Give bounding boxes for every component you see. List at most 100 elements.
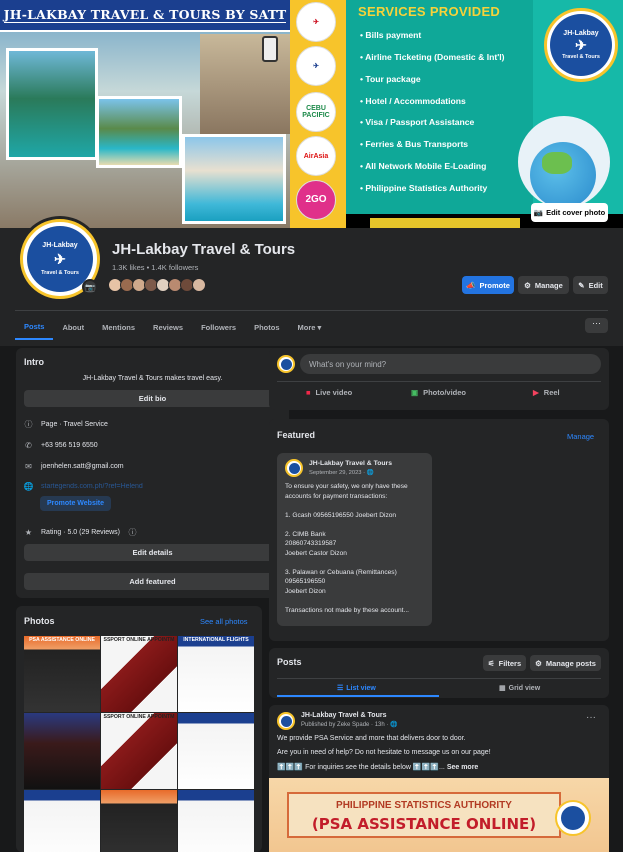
tab-posts[interactable]: Posts	[15, 314, 54, 340]
photo-tile[interactable]	[24, 713, 100, 789]
photo-video-label: Photo/video	[423, 388, 467, 397]
photo-tile[interactable]	[178, 790, 254, 852]
photo-video-button[interactable]: ▣ Photo/video	[411, 388, 466, 397]
featured-manage-link[interactable]: Manage	[567, 432, 594, 441]
avatar	[285, 459, 303, 477]
filters-button[interactable]: ⚟ Filters	[483, 655, 526, 671]
brand-logo-line2: Travel & Tours	[562, 54, 600, 60]
tile-title: INTERNATIONAL FLIGHTS	[183, 637, 249, 643]
service-item: • Airline Ticketing (Domestic & Int'l)	[360, 52, 505, 62]
manage-posts-label: Manage posts	[545, 658, 596, 668]
post-line3-text: ⬆️⬆️⬆️ For inquiries see the details bel…	[277, 764, 445, 771]
gear-icon: ⚙	[524, 280, 531, 290]
more-options-button[interactable]: ···	[585, 318, 608, 333]
featured-author[interactable]: JH-Lakbay Travel & Tours	[309, 460, 392, 467]
cover-band	[370, 218, 520, 228]
tab-followers[interactable]: Followers	[192, 314, 245, 340]
grid-view-tab[interactable]: ▦ Grid view	[499, 684, 540, 693]
info-website[interactable]: 🌐 startegends.com.ph/?ref=Helend	[24, 482, 143, 491]
friend-avatar[interactable]	[192, 278, 206, 292]
edit-details-button[interactable]: Edit details	[24, 544, 281, 561]
cover-photo[interactable]: JH-LAKBAY TRAVEL & TOURS BY SATT ✈ ✈ CEB…	[0, 0, 623, 228]
list-view-indicator	[277, 695, 439, 697]
see-more-link[interactable]: See more	[447, 764, 479, 771]
star-icon: ★	[24, 528, 33, 537]
avatar[interactable]	[277, 712, 295, 730]
add-featured-button[interactable]: Add featured	[24, 573, 281, 590]
tab-reviews[interactable]: Reviews	[144, 314, 192, 340]
edit-cover-button[interactable]: 📷 Edit cover photo	[531, 203, 608, 222]
post-image[interactable]: PHILIPPINE STATISTICS AUTHORITY (PSA ASS…	[269, 778, 609, 852]
edit-label: Edit	[588, 280, 603, 290]
partner-logo: AirAsia	[296, 136, 336, 176]
page-stats[interactable]: 1.3K likes • 1.4K followers	[112, 263, 198, 272]
post-line: We provide PSA Service and more that del…	[277, 735, 466, 742]
email-text: joenhelen.satt@gmail.com	[41, 463, 124, 470]
photo-tile[interactable]: SSPORT ONLINE APPOINTM	[101, 636, 177, 712]
manage-button[interactable]: ⚙ Manage	[518, 276, 569, 294]
info-icon: ⓘ	[24, 420, 33, 429]
photo-tile[interactable]	[178, 713, 254, 789]
posts-header-card: Posts ⚟ Filters ⚙ Manage posts	[269, 648, 609, 698]
photo-tile[interactable]: PSA ASSISTANCE ONLINE	[24, 636, 100, 712]
info-icon[interactable]: ⓘ	[128, 528, 137, 537]
featured-post[interactable]: JH-Lakbay Travel & Tours September 29, 2…	[277, 453, 432, 626]
service-item: • Bills payment	[360, 30, 422, 40]
manage-posts-button[interactable]: ⚙ Manage posts	[530, 655, 601, 671]
cover-title: JH-LAKBAY TRAVEL & TOURS BY SATT	[0, 0, 290, 32]
tab-more[interactable]: More ▾	[289, 314, 331, 340]
manage-label: Manage	[534, 280, 563, 290]
post-line: ⬆️⬆️⬆️ For inquiries see the details bel…	[277, 763, 478, 771]
promote-website-button[interactable]: Promote Website	[40, 496, 111, 511]
list-view-tab[interactable]: ☰ List view	[337, 684, 376, 693]
megaphone-icon: 📣	[466, 280, 476, 290]
avatar-line2: Travel & Tours	[41, 270, 79, 276]
promote-label: Promote	[479, 280, 510, 290]
photo-tile[interactable]: SSPORT ONLINE APPOINTM	[101, 713, 177, 789]
rating-text: Rating · 5.0 (29 Reviews)	[41, 529, 120, 536]
edit-bio-button[interactable]: Edit bio	[24, 390, 281, 407]
tile-title: SSPORT ONLINE APPOINTM	[103, 714, 175, 720]
post-line: Are you in need of help? Do not hesitate…	[277, 749, 491, 756]
reel-label: Reel	[543, 388, 560, 397]
promote-button[interactable]: 📣 Promote	[462, 276, 514, 294]
category-text: Page · Travel Service	[41, 421, 108, 428]
tile-title: SSPORT ONLINE APPOINTM	[103, 637, 175, 643]
mail-icon: ✉	[25, 462, 32, 471]
photo-tile[interactable]	[24, 790, 100, 852]
tab-photos[interactable]: Photos	[245, 314, 288, 340]
service-item: • All Network Mobile E-Loading	[360, 161, 487, 171]
tab-about[interactable]: About	[53, 314, 93, 340]
service-item: • Philippine Statistics Authority	[360, 183, 488, 193]
psa-banner-line1: PHILIPPINE STATISTICS AUTHORITY	[336, 800, 512, 811]
edit-button[interactable]: ✎ Edit	[573, 276, 608, 294]
service-item: • Ferries & Bus Transports	[360, 139, 469, 149]
phone-text: +63 956 519 6550	[41, 442, 98, 449]
globe-icon: 🌐	[23, 482, 34, 491]
photo-grid: PSA ASSISTANCE ONLINE SSPORT ONLINE APPO…	[24, 636, 254, 852]
photo-tile[interactable]: INTERNATIONAL FLIGHTS	[178, 636, 254, 712]
info-rating: ★ Rating · 5.0 (29 Reviews) ⓘ	[24, 528, 137, 537]
featured-title: Featured	[277, 430, 316, 440]
post-meta: Published by Zeke Spade · 13h · 🌐	[301, 722, 398, 728]
photo-tile[interactable]	[101, 790, 177, 852]
posts-title: Posts	[277, 657, 302, 667]
post-options-icon[interactable]: ···	[586, 712, 596, 723]
reel-button[interactable]: ▶ Reel	[533, 388, 560, 397]
partner-logos: ✈ ✈ CEBU PACIFIC AirAsia 2GO	[290, 0, 346, 228]
reel-icon: ▶	[533, 388, 539, 397]
partner-logo: ✈	[296, 46, 336, 86]
camera-icon[interactable]: 📷	[82, 279, 98, 295]
partner-logo: CEBU PACIFIC	[296, 92, 336, 132]
live-video-button[interactable]: ■ Live video	[306, 388, 352, 397]
friend-avatars[interactable]	[108, 278, 206, 292]
grid-icon: ▦	[499, 685, 506, 692]
avatar	[277, 355, 295, 373]
cover-photo-collage: JH-LAKBAY TRAVEL & TOURS BY SATT	[0, 0, 290, 228]
see-all-photos-link[interactable]: See all photos	[200, 617, 248, 626]
post-author[interactable]: JH-Lakbay Travel & Tours	[301, 712, 386, 719]
list-view-label: List view	[346, 684, 376, 692]
whats-on-your-mind-input[interactable]: What's on your mind?	[300, 354, 601, 374]
tab-mentions[interactable]: Mentions	[93, 314, 144, 340]
website-link[interactable]: startegends.com.ph/?ref=Helend	[41, 483, 143, 490]
